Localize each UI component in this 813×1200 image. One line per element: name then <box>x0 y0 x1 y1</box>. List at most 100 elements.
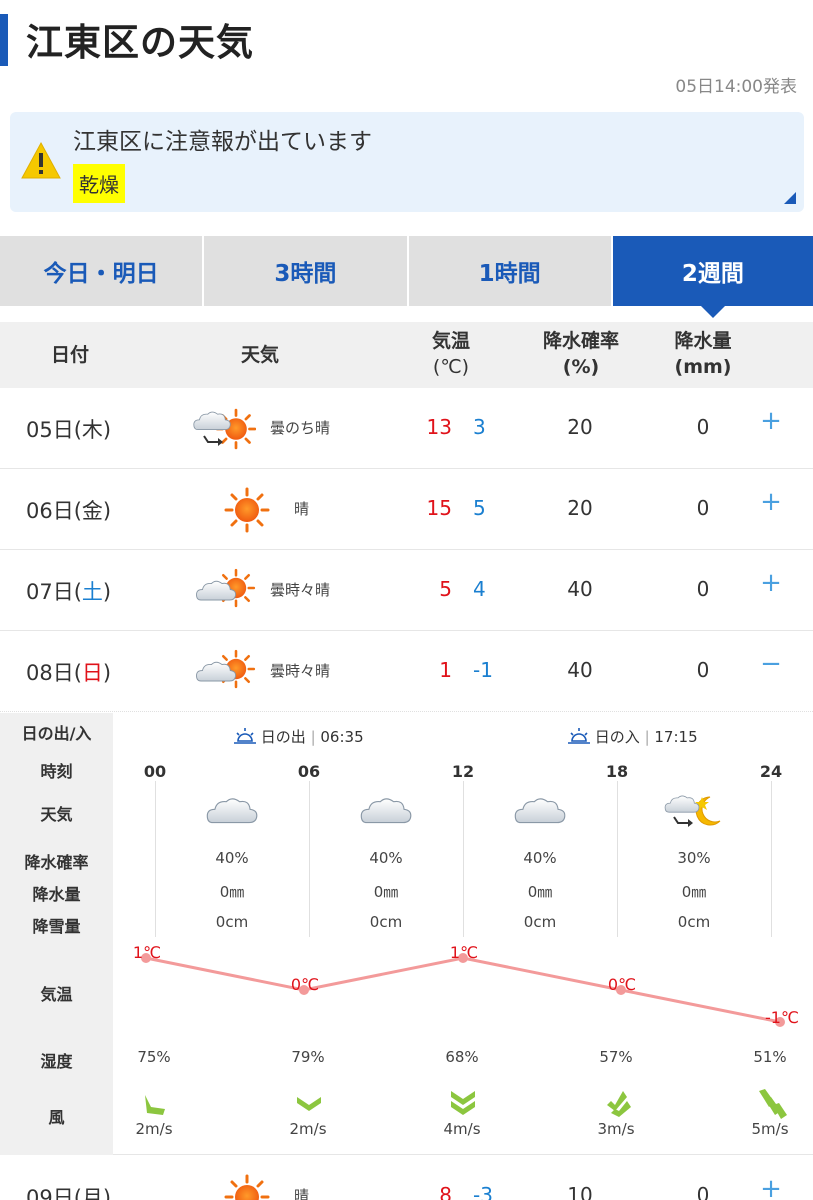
hour-label: 12 <box>451 762 475 781</box>
precip-amount: 0 <box>696 1183 710 1200</box>
precip-amount: 0 <box>696 577 710 601</box>
sunrise-label: 日の出 <box>260 728 306 746</box>
header-temp-unit: (℃) <box>432 356 470 378</box>
day-row-08[interactable]: 08日(日) 曇時々晴 1 -1 40 0 − <box>0 631 813 712</box>
page-header: 江東区の天気 <box>0 0 813 70</box>
sunset-info: 日の入 | 17:15 <box>568 726 698 747</box>
sun-icon <box>224 1174 270 1200</box>
period-snow: 0cm <box>677 913 711 931</box>
hour-label: 18 <box>605 762 629 781</box>
weather-text: 晴 <box>294 500 310 518</box>
wind-direction-icon <box>607 1091 631 1117</box>
day-row-07[interactable]: 07日(土) 曇時々晴 5 4 40 0 + <box>0 550 813 631</box>
period-snow: 0cm <box>369 913 403 931</box>
header-precip: 降水量 (mm) <box>668 328 738 380</box>
day-row-06[interactable]: 06日(金) 晴 15 5 20 0 + <box>0 469 813 550</box>
column-divider <box>463 781 464 937</box>
forecast-tabs: 今日・明日 3時間 1時間 2週間 <box>0 236 813 318</box>
day-row-05[interactable]: 05日(木) 曇のち晴 13 3 20 0 + <box>0 388 813 469</box>
humidity-value: 79% <box>291 1048 325 1066</box>
day-detail-08: 日の出/入 時刻 天気 降水確率 降水量 降雪量 気温 湿度 風 日の出 | 0… <box>0 713 813 1155</box>
humidity-value: 57% <box>599 1048 633 1066</box>
tab-2weeks[interactable]: 2週間 <box>612 236 813 318</box>
day-row-09[interactable]: 09日(月) 晴 8 -3 10 0 + <box>0 1156 813 1200</box>
header-temp-label: 気温 <box>431 330 470 352</box>
temp-high: 13 <box>426 415 452 439</box>
warning-icon <box>21 141 61 179</box>
precip-amount: 0 <box>696 496 710 520</box>
page-title: 江東区の天気 <box>26 21 254 64</box>
column-divider <box>617 781 618 937</box>
wind-direction-icon <box>451 1091 475 1115</box>
wind-speed: 5m/s <box>751 1120 789 1138</box>
sunset-label: 日の入 <box>594 728 640 746</box>
humidity-value: 75% <box>137 1048 171 1066</box>
temp-label: 1℃ <box>449 943 479 962</box>
cloud-then-sun-icon <box>193 408 256 450</box>
header-weather: 天気 <box>240 344 279 366</box>
hour-label: 24 <box>759 762 783 781</box>
hour-label: 06 <box>297 762 321 781</box>
day-date: 05日(木) <box>26 418 112 442</box>
header-pop: 降水確率 (%) <box>536 328 626 380</box>
precip-probability: 10 <box>567 1183 593 1200</box>
warning-badge-dry: 乾燥 <box>73 164 125 203</box>
hour-label: 00 <box>143 762 167 781</box>
period-pop: 30% <box>677 849 711 867</box>
wind-speed: 4m/s <box>443 1120 481 1138</box>
precip-probability: 20 <box>567 496 593 520</box>
sun-icon <box>224 487 270 533</box>
expand-button[interactable]: + <box>758 406 784 436</box>
cloud-icon <box>514 798 566 824</box>
sunset-time: 17:15 <box>654 728 698 746</box>
sunrise-time: 06:35 <box>320 728 364 746</box>
period-snow: 0cm <box>523 913 557 931</box>
temp-label: 1℃ <box>132 943 162 962</box>
expand-button[interactable]: + <box>758 1174 784 1200</box>
cloud-then-moon-icon <box>664 795 721 827</box>
weather-text: 曇時々晴 <box>270 662 331 680</box>
title-accent-bar <box>0 14 8 66</box>
header-precip-label: 降水量 <box>674 330 732 352</box>
period-pop: 40% <box>523 849 557 867</box>
humidity-value: 68% <box>445 1048 479 1066</box>
day-date: 06日(金) <box>26 499 112 523</box>
sunset-icon <box>568 728 590 744</box>
weather-text: 曇時々晴 <box>270 581 331 599</box>
temp-label: -1℃ <box>765 1008 799 1027</box>
cloud-icon <box>360 798 412 824</box>
tab-3hour[interactable]: 3時間 <box>204 236 407 306</box>
wind-speed: 2m/s <box>289 1120 327 1138</box>
temp-low: 4 <box>473 577 486 601</box>
expand-button[interactable]: + <box>758 568 784 598</box>
period-precip: 0㎜ <box>219 883 245 901</box>
collapse-button[interactable]: − <box>758 649 784 679</box>
label-humidity: 湿度 <box>40 1052 73 1071</box>
tab-today-tomorrow[interactable]: 今日・明日 <box>0 236 203 306</box>
precip-amount: 0 <box>696 658 710 682</box>
weather-text: 晴 <box>294 1187 310 1200</box>
header-date: 日付 <box>50 344 89 366</box>
day-date: 09日(月) <box>26 1186 112 1200</box>
tab-1hour[interactable]: 1時間 <box>408 236 611 306</box>
weather-text: 曇のち晴 <box>270 419 331 437</box>
cloud-icon <box>206 798 258 824</box>
warning-banner[interactable]: 江東区に注意報が出ています 乾燥 <box>10 112 804 212</box>
wind-direction-icon <box>297 1097 321 1111</box>
table-header: 日付 天気 気温 (℃) 降水確率 (%) 降水量 (mm) <box>0 322 813 388</box>
temp-low: -3 <box>473 1183 493 1200</box>
label-time: 時刻 <box>40 762 73 781</box>
label-snow: 降雪量 <box>32 917 81 936</box>
header-precip-unit: (mm) <box>674 356 732 378</box>
temp-low: 5 <box>473 496 486 520</box>
expand-button[interactable]: + <box>758 487 784 517</box>
day-date: 07日(土) <box>26 580 112 604</box>
day-date: 08日(日) <box>26 661 112 685</box>
sunrise-icon <box>234 728 256 744</box>
label-wind: 風 <box>48 1108 65 1127</box>
sunrise-info: 日の出 | 06:35 <box>234 726 364 747</box>
label-pop: 降水確率 <box>24 853 89 872</box>
column-divider <box>309 781 310 937</box>
header-pop-label: 降水確率 <box>542 330 619 352</box>
temp-low: 3 <box>473 415 486 439</box>
